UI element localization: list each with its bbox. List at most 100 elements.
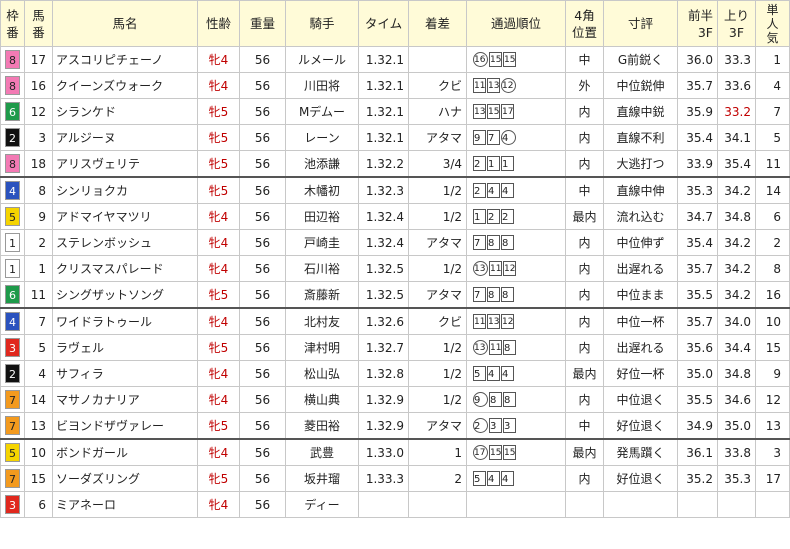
margin: 1/2	[442, 392, 462, 407]
margin: 1	[454, 445, 462, 460]
col-time: タイム	[358, 0, 409, 47]
horse-name-link[interactable]: ミアネーロ	[52, 491, 198, 518]
horse-name[interactable]: ステレンボッシュ	[56, 236, 152, 250]
passing-order-mark: 15	[487, 104, 500, 119]
horse-name[interactable]: ミアネーロ	[56, 498, 116, 512]
popularity: 1	[773, 52, 781, 67]
horse-name[interactable]: ソーダズリング	[56, 472, 140, 486]
horse-name[interactable]: ワイドラトゥール	[56, 315, 152, 329]
horse-name-link[interactable]: クリスマスパレード	[52, 255, 198, 282]
finish-time: 1.32.2	[365, 156, 404, 171]
horse-name-link[interactable]: シランケド	[52, 98, 198, 125]
margin: 1/2	[442, 261, 462, 276]
finish-time: 1.32.5	[365, 261, 404, 276]
horse-name[interactable]: アリスヴェリテ	[56, 157, 140, 171]
horse-name[interactable]: シングザットソング	[56, 288, 164, 302]
horse-name[interactable]: シランケド	[56, 105, 116, 119]
finish-time: 1.33.3	[365, 471, 404, 486]
corner-cell: 外	[565, 72, 604, 99]
weight-cell: 56	[239, 465, 286, 492]
age-cell: 牝4	[197, 438, 240, 466]
horse-name-link[interactable]: アリスヴェリテ	[52, 150, 198, 178]
jockey-name: 池添謙	[303, 157, 340, 171]
horse-name-link[interactable]: アスコリピチェーノ	[52, 46, 198, 73]
time-cell: 1.32.7	[358, 334, 409, 361]
waku-cell: 8	[0, 150, 25, 178]
time-cell: 1.32.9	[358, 412, 409, 440]
horse-name[interactable]: ボンドガール	[56, 446, 128, 460]
horse-name[interactable]: クイーンズウォーク	[56, 79, 163, 93]
table-row: 3 6 ミアネーロ 牝4 56 ディー	[0, 491, 790, 518]
waku-badge: 8	[5, 76, 20, 95]
last3f-cell: 34.2	[717, 229, 756, 256]
umaban: 6	[38, 497, 46, 512]
horse-name-link[interactable]: ビヨンドザヴァレー	[52, 412, 198, 440]
pop-cell: 7	[755, 98, 790, 125]
passing-cell: 17 15 15	[466, 438, 566, 466]
time-cell: 1.32.3	[358, 176, 409, 204]
corner-position: 内	[578, 236, 591, 250]
umaban: 2	[38, 235, 46, 250]
jockey-name: ルメール	[297, 53, 346, 67]
horse-name-link[interactable]: アドマイヤマツリ	[52, 203, 198, 230]
corner-position: 中	[578, 184, 591, 198]
horse-name[interactable]: ビヨンドザヴァレー	[56, 419, 164, 433]
sex-age: 牝5	[208, 105, 229, 119]
horse-name[interactable]: アドマイヤマツリ	[56, 210, 152, 224]
horse-name-link[interactable]: サフィラ	[52, 360, 198, 387]
horse-name[interactable]: サフィラ	[56, 367, 104, 381]
pop-cell: 14	[755, 176, 790, 204]
horse-name-link[interactable]: クイーンズウォーク	[52, 72, 198, 99]
age-cell: 牝5	[197, 124, 240, 151]
umaban: 13	[30, 418, 46, 433]
corner-position: 中	[578, 53, 591, 67]
corner-cell: 内	[565, 150, 604, 178]
first-3f: 36.0	[686, 52, 713, 67]
horse-name-link[interactable]: ボンドガール	[52, 438, 198, 466]
comment: 中位まま	[616, 288, 665, 302]
weight-cell: 56	[239, 334, 286, 361]
first-3f: 35.6	[686, 340, 713, 355]
first3f-cell: 33.9	[677, 150, 718, 178]
waku-cell: 7	[0, 412, 25, 440]
horse-name[interactable]: マサノカナリア	[56, 393, 140, 407]
horse-name[interactable]: ラヴェル	[56, 341, 104, 355]
margin-cell: 1/2	[408, 360, 467, 387]
sex-age: 牝4	[208, 446, 229, 460]
first-3f: 36.1	[686, 445, 713, 460]
last-3f: 34.8	[724, 209, 751, 224]
horse-name-link[interactable]: シンリョクカ	[52, 176, 198, 204]
horse-name[interactable]: クリスマスパレード	[56, 262, 164, 276]
waku-badge: 3	[5, 338, 20, 357]
passing-cell: 788	[466, 229, 566, 256]
passing-order-mark: 3	[503, 418, 516, 433]
horse-name-link[interactable]: シングザットソング	[52, 281, 198, 309]
umaban-cell: 14	[24, 386, 53, 413]
horse-name-link[interactable]: ラヴェル	[52, 334, 198, 361]
last-3f: 35.0	[724, 418, 751, 433]
horse-name-link[interactable]: ステレンボッシュ	[52, 229, 198, 256]
horse-name-link[interactable]: ワイドラトゥール	[52, 307, 198, 335]
waku-badge: 2	[5, 364, 20, 383]
last3f-cell: 35.4	[717, 150, 756, 178]
passing-cell: 11 13 12	[466, 72, 566, 99]
finish-time: 1.32.1	[365, 104, 404, 119]
margin-cell: アタマ	[408, 412, 467, 440]
horse-name[interactable]: アルジーヌ	[56, 131, 116, 145]
last3f-cell: 34.4	[717, 334, 756, 361]
horse-name[interactable]: シンリョクカ	[56, 184, 128, 198]
table-body: 8 17 アスコリピチェーノ 牝4 56 ルメール 1.32.1 16 15 15 中 G前鋭く 36.…	[0, 46, 790, 518]
corner-cell: 内	[565, 281, 604, 309]
weight-cell: 56	[239, 124, 286, 151]
horse-name-link[interactable]: マサノカナリア	[52, 386, 198, 413]
corner-position: 外	[578, 79, 591, 93]
umaban: 3	[38, 130, 46, 145]
age-cell: 牝4	[197, 203, 240, 230]
corner-position: 最内	[572, 210, 597, 224]
horse-name-link[interactable]: ソーダズリング	[52, 465, 198, 492]
horse-name[interactable]: アスコリピチェーノ	[56, 53, 163, 67]
pop-cell: 2	[755, 229, 790, 256]
passing-order-mark: 8	[489, 392, 502, 407]
horse-name-link[interactable]: アルジーヌ	[52, 124, 198, 151]
margin-cell: 1/2	[408, 386, 467, 413]
